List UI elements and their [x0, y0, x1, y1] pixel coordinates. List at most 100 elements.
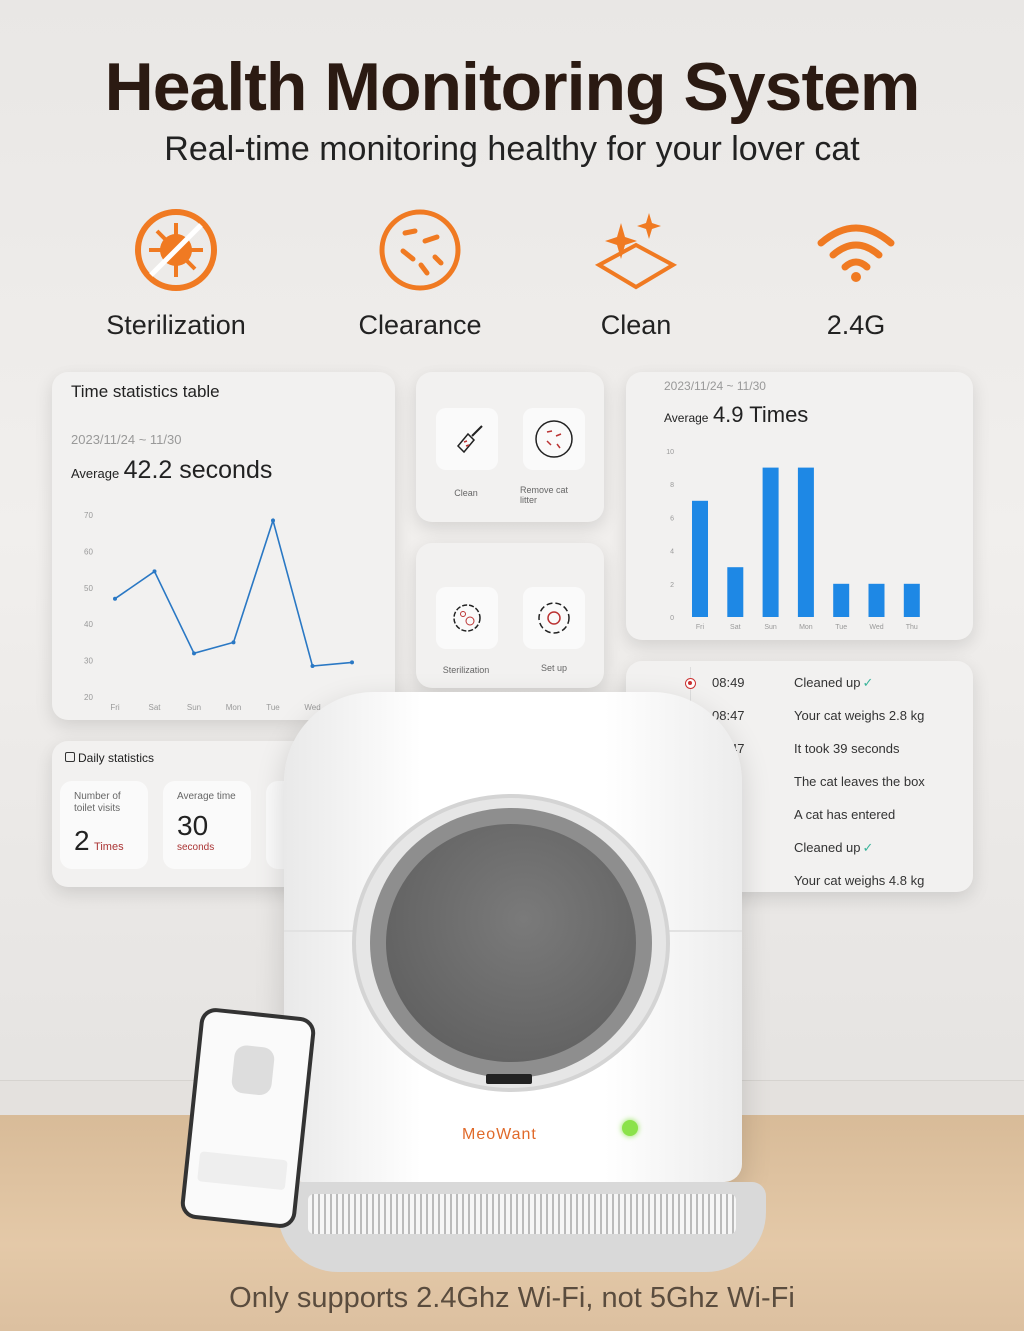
card-title: Time statistics table — [71, 382, 220, 401]
card-title: Daily statistics — [78, 751, 155, 765]
page-subtitle: Real-time monitoring healthy for your lo… — [164, 130, 860, 168]
stat-value: 2 — [74, 825, 90, 856]
log-time: 08:49 — [712, 675, 745, 690]
device-door — [352, 794, 670, 1092]
average-value: 42.2 seconds — [123, 456, 273, 484]
x-tick-label: Sun — [764, 624, 777, 631]
x-tick-label: Fri — [110, 703, 120, 712]
stat-unit: seconds — [177, 842, 215, 853]
data-point — [310, 664, 315, 669]
x-tick-label: Mon — [799, 624, 813, 631]
check-circle-icon: ✓ — [862, 840, 874, 855]
toilet-visits-stat: Number of toilet visits 2 Times — [60, 781, 148, 869]
x-tick-label: Wed — [869, 624, 883, 631]
bar — [868, 583, 885, 617]
bar — [797, 467, 814, 617]
time-statistics-card: Time statistics table 2023/11/24 ~ 11/30… — [52, 372, 395, 720]
y-tick-label: 0 — [670, 615, 674, 622]
log-message-text: The cat leaves the box — [794, 774, 925, 789]
log-entry: 08:49 Cleaned up ✓ — [626, 675, 976, 695]
log-message: Your cat weighs 4.8 kg — [794, 873, 924, 888]
x-tick-label: Fri — [696, 624, 705, 631]
bar-chart: 0 2 4 6 8 10 Fri Sat Sun Mon Tue Wed Thu — [666, 449, 920, 631]
data-point — [192, 651, 196, 656]
bar — [692, 500, 708, 617]
chart-icon — [65, 752, 75, 762]
page-title: Health Monitoring System — [104, 49, 921, 125]
x-tick-label: Sat — [730, 624, 741, 631]
average-label: Average — [664, 411, 709, 425]
bar — [762, 467, 779, 617]
feature-clean: Clean — [536, 205, 736, 341]
data-point — [271, 518, 275, 523]
action-label: Sterilization — [442, 665, 490, 675]
bar — [903, 583, 920, 617]
virus-crossed-icon — [135, 209, 217, 291]
feature-label: Sterilization — [106, 310, 246, 340]
stat-unit: Times — [94, 841, 124, 853]
x-tick-label: Mon — [226, 703, 242, 712]
y-tick-label: 20 — [84, 693, 93, 702]
y-tick-label: 60 — [84, 547, 93, 556]
bar — [833, 583, 850, 617]
actions-card-bottom: Sterilization Set up — [416, 543, 604, 688]
x-tick-label: Thu — [906, 624, 918, 631]
x-tick-label: Tue — [835, 624, 847, 631]
x-tick-label: Sat — [148, 703, 161, 712]
y-tick-label: 50 — [84, 584, 93, 593]
litter-tray — [278, 1182, 766, 1272]
y-tick-label: 30 — [84, 657, 93, 666]
log-message: It took 39 seconds — [794, 741, 900, 756]
y-tick-label: 70 — [84, 511, 93, 520]
usage-count-card: 2023/11/24 ~ 11/30 Average 4.9 Times 0 2 4… — [626, 372, 973, 640]
log-message-text: It took 39 seconds — [794, 741, 900, 756]
log-message: The cat leaves the box — [794, 774, 925, 789]
log-message-text: Cleaned up — [794, 675, 861, 690]
check-circle-icon: ✓ — [862, 675, 874, 690]
x-tick-label: Tue — [266, 703, 280, 712]
sterilization-button[interactable] — [436, 587, 498, 649]
line-chart: 203040506070FriSatSunMonTueWedThu — [84, 511, 359, 712]
actions-card-top: Clean Remove cat litter — [416, 372, 604, 522]
remove-litter-button[interactable] — [523, 408, 585, 470]
date-range: 2023/11/24 ~ 11/30 — [664, 379, 766, 393]
log-message-text: Your cat weighs 2.8 kg — [794, 708, 925, 723]
data-point — [350, 660, 354, 665]
bar — [727, 567, 744, 617]
status-led — [622, 1120, 638, 1136]
y-tick-label: 4 — [670, 549, 674, 556]
y-tick-label: 6 — [670, 515, 674, 522]
log-message-text: Cleaned up — [794, 840, 861, 855]
action-label: Clean — [454, 488, 478, 498]
y-tick-label: 40 — [84, 620, 93, 629]
feature-sterilization: Sterilization — [76, 205, 276, 341]
smartphone — [179, 1006, 317, 1230]
average-label: Average — [71, 466, 120, 481]
stat-label: Number of toilet visits — [74, 791, 121, 814]
wifi-icon — [817, 224, 895, 282]
setup-button[interactable] — [523, 587, 585, 649]
log-message-text: A cat has entered — [794, 807, 896, 822]
sparkle-tray-icon — [594, 213, 678, 290]
clean-button[interactable] — [436, 408, 498, 470]
stat-value: 30 — [177, 810, 209, 841]
action-label: Set up — [540, 663, 568, 673]
gear-icon — [538, 602, 570, 634]
feature-label: Clean — [600, 310, 672, 340]
log-message: A cat has entered — [794, 807, 895, 822]
log-message: Cleaned up ✓ — [794, 840, 873, 856]
feature-clearance: Clearance — [320, 205, 520, 341]
average-time-stat: Average time 30 seconds — [163, 781, 251, 869]
timeline-dot-icon — [685, 678, 696, 689]
litter-box-device: MeoWant — [284, 692, 742, 1182]
log-message: Cleaned up ✓ — [794, 675, 873, 691]
data-point — [113, 596, 117, 601]
litter-circle-icon — [379, 209, 461, 291]
stat-label: Average time — [177, 791, 236, 802]
y-tick-label: 8 — [670, 482, 674, 489]
average-value: 4.9 Times — [712, 402, 809, 427]
feature-label: 2.4G — [826, 310, 886, 340]
wifi-disclaimer: Only supports 2.4Ghz Wi-Fi, not 5Ghz Wi-… — [229, 1282, 795, 1314]
feature-label: Clearance — [358, 310, 482, 340]
brand-logo: MeoWant — [462, 1126, 537, 1143]
